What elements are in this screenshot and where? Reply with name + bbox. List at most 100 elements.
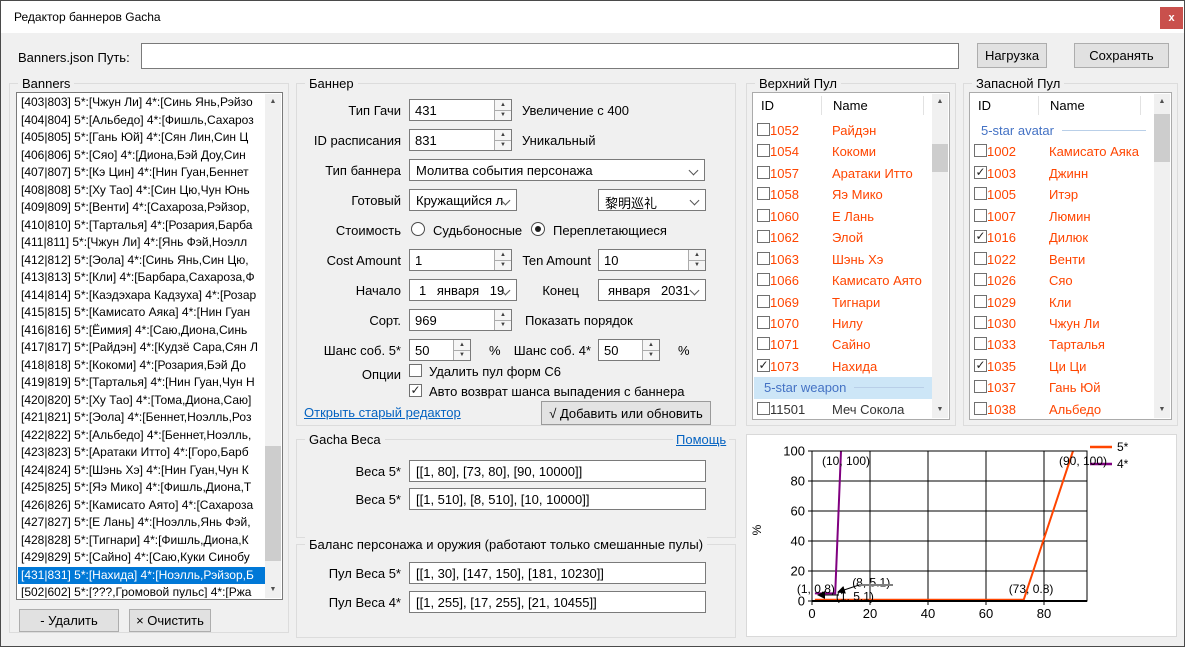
banner-list-item[interactable]: [412|812] 5*:[Эола] 4*:[Синь Янь,Син Цю, [18, 252, 265, 270]
weights5-input-1[interactable]: [[1, 80], [73, 80], [90, 10000]] [409, 460, 706, 482]
banner-list-item[interactable]: [427|827] 5*:[Е Лань] 4*:[Ноэлль,Янь Фэй… [18, 514, 265, 532]
banner-type-select[interactable]: Молитва события персонажа [409, 159, 705, 181]
unchecked-checkbox[interactable] [757, 337, 770, 350]
pool-row[interactable]: 1054Кокоми [754, 141, 932, 162]
unchecked-checkbox[interactable] [757, 402, 770, 415]
scrollbar-thumb[interactable] [932, 144, 948, 172]
unchecked-checkbox[interactable] [757, 252, 770, 265]
banner-list-item[interactable]: [420|820] 5*:[Ху Тао] 4*:[Тома,Диона,Саю… [18, 392, 265, 410]
upper-pool-scrollbar[interactable]: ▲ ▼ [932, 94, 948, 418]
unchecked-checkbox[interactable] [757, 166, 770, 179]
pool-weights4-input[interactable]: [[1, 255], [17, 255], [21, 10455]] [409, 591, 706, 613]
pool-row[interactable]: 1057Аратаки Итто [754, 163, 932, 184]
banner-list-item[interactable]: [419|819] 5*:[Тарталья] 4*:[Нин Гуан,Чун… [18, 374, 265, 392]
checked-checkbox[interactable]: ✓ [757, 359, 770, 372]
banner-list-item[interactable]: [413|813] 5*:[Кли] 4*:[Барбара,Сахароза,… [18, 269, 265, 287]
banner-list-item[interactable]: [404|804] 5*:[Альбедо] 4*:[Фишль,Сахароз [18, 112, 265, 130]
banner-list-item[interactable]: [502|602] 5*:[???,Громовой пульс] 4*:[Рж… [18, 584, 265, 598]
pool-row[interactable]: 11501Меч Сокола [754, 399, 932, 418]
unchecked-checkbox[interactable] [974, 316, 987, 329]
spin-up-icon[interactable]: ▲ [495, 310, 511, 321]
unchecked-checkbox[interactable] [757, 273, 770, 286]
pool-weights5-input[interactable]: [[1, 30], [147, 150], [181, 10230]] [409, 562, 706, 584]
spin-down-icon[interactable]: ▼ [643, 351, 659, 361]
pool-row[interactable]: 1033Тарталья [971, 334, 1154, 355]
banner-list-item[interactable]: [431|831] 5*:[Нахида] 4*:[Ноэлль,Рэйзор,… [18, 567, 265, 585]
pool-row[interactable]: ✓1003Джинн [971, 163, 1154, 184]
pool-row[interactable]: 1026Сяо [971, 270, 1154, 291]
scroll-down-icon[interactable]: ▼ [1154, 402, 1170, 418]
banner-list-item[interactable]: [408|808] 5*:[Ху Тао] 4*:[Син Цю,Чун Юнь [18, 182, 265, 200]
cost-radio-intertwined[interactable] [531, 222, 545, 236]
pool-row[interactable]: 1022Венти [971, 249, 1154, 270]
unchecked-checkbox[interactable] [757, 187, 770, 200]
remove-c6-checkbox[interactable] [409, 364, 422, 377]
unchecked-checkbox[interactable] [974, 273, 987, 286]
auto-return-checkbox[interactable]: ✓ [409, 384, 422, 397]
pool-row[interactable]: 1038Альбедо [971, 399, 1154, 418]
unchecked-checkbox[interactable] [757, 144, 770, 157]
banner-list-item[interactable]: [417|817] 5*:[Райдэн] 4*:[Кудзё Сара,Сян… [18, 339, 265, 357]
banner-list-item[interactable]: [411|811] 5*:[Чжун Ли] 4*:[Янь Фэй,Ноэлл [18, 234, 265, 252]
pool-row[interactable]: ✓1016Дилюк [971, 227, 1154, 248]
sort-spinner[interactable]: 969 ▲▼ [409, 309, 512, 331]
spin-down-icon[interactable]: ▼ [495, 141, 511, 151]
cost-radio-fate[interactable] [411, 222, 425, 236]
banner-list-item[interactable]: [421|821] 5*:[Эола] 4*:[Беннет,Ноэлль,Ро… [18, 409, 265, 427]
scroll-down-icon[interactable]: ▼ [932, 402, 948, 418]
unchecked-checkbox[interactable] [974, 295, 987, 308]
delete-banner-button[interactable]: - Удалить [19, 609, 119, 632]
pool-row[interactable]: 1058Яэ Мико [754, 184, 932, 205]
unchecked-checkbox[interactable] [974, 252, 987, 265]
pool-row[interactable]: 1002Камисато Аяка [971, 141, 1154, 162]
banner-list-item[interactable]: [410|810] 5*:[Тарталья] 4*:[Розария,Барб… [18, 217, 265, 235]
unchecked-checkbox[interactable] [974, 380, 987, 393]
unchecked-checkbox[interactable] [757, 123, 770, 136]
unchecked-checkbox[interactable] [974, 187, 987, 200]
spin-up-icon[interactable]: ▲ [495, 100, 511, 111]
title-select[interactable]: 黎明巡礼 [598, 189, 706, 211]
unchecked-checkbox[interactable] [757, 316, 770, 329]
unchecked-checkbox[interactable] [974, 144, 987, 157]
checked-checkbox[interactable]: ✓ [974, 359, 987, 372]
banner-list-item[interactable]: [428|828] 5*:[Тигнари] 4*:[Фишль,Диона,К [18, 532, 265, 550]
ten-amount-spinner[interactable]: 10 ▲▼ [598, 249, 706, 271]
add-update-button[interactable]: √ Добавить или обновить [541, 401, 711, 425]
spin-up-icon[interactable]: ▲ [643, 340, 659, 351]
banner-list-item[interactable]: [429|829] 5*:[Сайно] 4*:[Саю,Куки Синобу [18, 549, 265, 567]
banner-list-item[interactable]: [403|803] 5*:[Чжун Ли] 4*:[Синь Янь,Рэйз… [18, 94, 265, 112]
prefab-select[interactable]: Кружащийся л [409, 189, 517, 211]
banner-list-item[interactable]: [406|806] 5*:[Сяо] 4*:[Диона,Бэй Доу,Син [18, 147, 265, 165]
reserve-pool-scrollbar[interactable]: ▲ ▼ [1154, 94, 1170, 418]
spin-up-icon[interactable]: ▲ [689, 250, 705, 261]
weights5-input-2[interactable]: [[1, 510], [8, 510], [10, 10000]] [409, 488, 706, 510]
pool-row[interactable]: 1030Чжун Ли [971, 313, 1154, 334]
banner-list-item[interactable]: [422|822] 5*:[Альбедо] 4*:[Беннет,Ноэлль… [18, 427, 265, 445]
pool-row[interactable]: ✓1035Ци Ци [971, 356, 1154, 377]
banner-list-item[interactable]: [407|807] 5*:[Кэ Цин] 4*:[Нин Гуан,Бенне… [18, 164, 265, 182]
save-button[interactable]: Сохранять [1074, 43, 1169, 68]
open-old-editor-link[interactable]: Открыть старый редактор [304, 405, 461, 420]
help-link[interactable]: Помощь [673, 432, 729, 447]
pool-row[interactable]: ✓1073Нахида [754, 356, 932, 377]
path-input[interactable] [141, 43, 959, 69]
spin-down-icon[interactable]: ▼ [495, 321, 511, 331]
pool-row[interactable]: 1066Камисато Аято [754, 270, 932, 291]
banner-list-item[interactable]: [426|826] 5*:[Камисато Аято] 4*:[Сахароз… [18, 497, 265, 515]
banner-list-item[interactable]: [414|814] 5*:[Каэдэхара Кадзуха] 4*:[Роз… [18, 287, 265, 305]
pool-row[interactable]: 1007Люмин [971, 206, 1154, 227]
pool-row[interactable]: 1069Тигнари [754, 292, 932, 313]
pool-row[interactable]: 1062Элой [754, 227, 932, 248]
pool-row[interactable]: 1063Шэнь Хэ [754, 249, 932, 270]
pool-row[interactable]: 1029Кли [971, 292, 1154, 313]
unchecked-checkbox[interactable] [757, 295, 770, 308]
clear-banners-button[interactable]: × Очистить [129, 609, 211, 632]
schedule-id-spinner[interactable]: 831 ▲▼ [409, 129, 512, 151]
spin-down-icon[interactable]: ▼ [495, 111, 511, 121]
unchecked-checkbox[interactable] [974, 402, 987, 415]
scroll-up-icon[interactable]: ▲ [932, 94, 948, 110]
pool-row[interactable]: 1037Гань Юй [971, 377, 1154, 398]
pool-row[interactable]: 1060Е Лань [754, 206, 932, 227]
unchecked-checkbox[interactable] [757, 209, 770, 222]
banner-list-item[interactable]: [424|824] 5*:[Шэнь Хэ] 4*:[Нин Гуан,Чун … [18, 462, 265, 480]
